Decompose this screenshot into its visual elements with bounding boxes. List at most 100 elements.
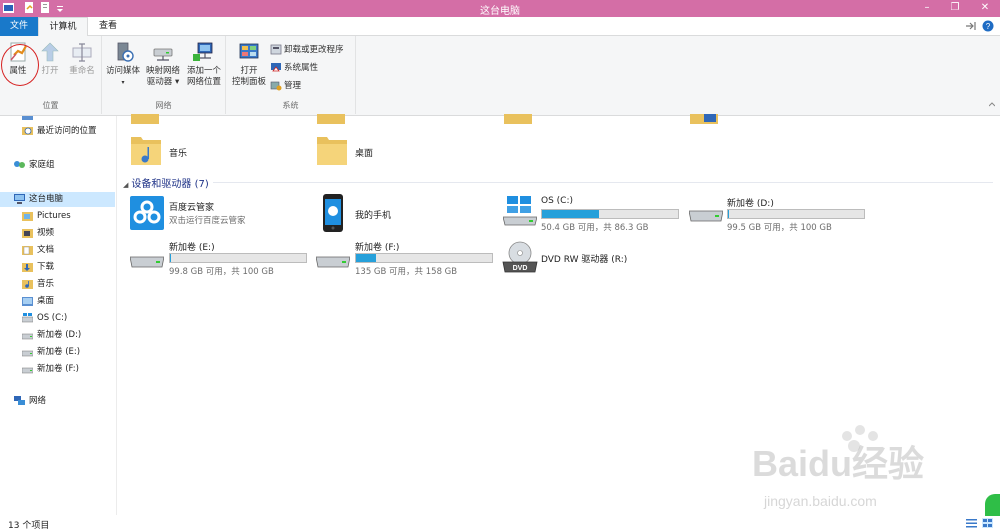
drive-d-icon[interactable] xyxy=(689,208,723,222)
devices-section-header[interactable]: ◢ 设备和驱动器 (7) xyxy=(123,175,209,190)
nav-item-this-pc[interactable]: 这台电脑 xyxy=(0,192,115,207)
drive-e-usage-text: 99.8 GB 可用，共 100 GB xyxy=(169,267,274,277)
minimize-button[interactable]: – xyxy=(914,0,940,17)
nav-item-drive-e[interactable]: 新加卷 (E:) xyxy=(22,345,80,360)
system-group-label: 系统 xyxy=(282,101,299,110)
uninstall-program-button[interactable]: 卸载或更改程序 xyxy=(270,43,344,55)
access-media-button[interactable]: 访问媒体 ▾ xyxy=(104,40,142,88)
add-location-label-2: 网络位置 xyxy=(186,77,221,87)
tab-file[interactable]: 文件 xyxy=(0,17,38,36)
map-drive-label-2: 驱动器 xyxy=(146,77,173,87)
watermark-corner-badge xyxy=(985,494,1000,516)
drive-d-usage-text: 99.5 GB 可用，共 100 GB xyxy=(727,223,832,233)
phone-icon[interactable] xyxy=(322,194,344,232)
tiles-view-icon[interactable] xyxy=(982,518,993,528)
system-group: 打开 控制面板 卸载或更改程序 系统属性 管理 系统 xyxy=(226,36,356,114)
folder-icon-partial[interactable] xyxy=(131,114,159,126)
open-button[interactable]: 打开 xyxy=(36,40,64,77)
folder-icon-partial[interactable] xyxy=(317,114,345,126)
music-folder-icon[interactable] xyxy=(131,133,161,167)
nav-item-drive-f[interactable]: 新加卷 (F:) xyxy=(22,362,79,377)
nav-item-pictures[interactable]: Pictures xyxy=(22,209,71,224)
desktop-folder-icon[interactable] xyxy=(317,133,347,167)
folder-icon-partial[interactable] xyxy=(504,114,532,126)
drive-c-name: OS (C:) xyxy=(541,196,573,206)
watermark-url: jingyan.baidu.com xyxy=(763,493,877,509)
tab-view[interactable]: 查看 xyxy=(88,17,128,36)
nav-drive-d-label: 新加卷 (D:) xyxy=(37,330,82,340)
dvd-badge: DVD xyxy=(513,265,528,272)
control-panel-icon xyxy=(239,43,259,59)
highlight-circle xyxy=(1,44,39,86)
nav-drive-e-label: 新加卷 (E:) xyxy=(37,347,81,357)
add-network-location-icon xyxy=(193,42,213,61)
open-label: 打开 xyxy=(41,66,59,76)
navigation-pane: 最近访问的位置 家庭组 这台电脑 Pictures 视频 文档 下载 音乐 桌面… xyxy=(0,115,117,515)
add-network-location-button[interactable]: 添加一个 网络位置 xyxy=(184,40,224,88)
section-divider xyxy=(213,182,993,183)
map-network-drive-button[interactable]: 映射网络 驱动器 ▾ xyxy=(144,40,182,88)
nav-music-label: 音乐 xyxy=(37,279,55,289)
nav-drive-f-label: 新加卷 (F:) xyxy=(37,364,79,374)
nav-item-documents[interactable]: 文档 xyxy=(22,243,54,258)
music-folder-label: 音乐 xyxy=(169,149,188,159)
windows-drive-icon[interactable] xyxy=(503,196,537,226)
nav-item-recent[interactable]: 最近访问的位置 xyxy=(22,124,97,139)
add-location-label-1: 添加一个 xyxy=(186,66,221,76)
devices-section-title: 设备和驱动器 (7) xyxy=(131,179,209,190)
control-panel-label-1: 打开 xyxy=(240,66,258,76)
drive-e-usage-bar xyxy=(169,253,307,263)
collapse-ribbon-icon[interactable] xyxy=(989,102,995,108)
baidu-jingyan-watermark: Baidu经验 jingyan.baidu.com xyxy=(752,425,924,509)
nav-item-music[interactable]: 音乐 xyxy=(22,277,54,292)
manage-button[interactable]: 管理 xyxy=(270,79,301,91)
nav-item-partial[interactable] xyxy=(22,112,37,120)
close-button[interactable]: ✕ xyxy=(970,0,1000,17)
drive-f-usage-fill xyxy=(356,254,377,262)
details-view-icon[interactable] xyxy=(966,518,977,528)
drive-e-icon[interactable] xyxy=(130,254,164,268)
ribbon-tabs: 文件 计算机 查看 ? xyxy=(0,17,1000,37)
restore-button[interactable]: ❐ xyxy=(942,0,968,17)
nav-item-drive-c[interactable]: OS (C:) xyxy=(22,311,67,326)
item-count: 13 个项目 xyxy=(8,521,50,531)
help-icon[interactable]: ? xyxy=(982,20,994,32)
tab-computer[interactable]: 计算机 xyxy=(38,17,88,37)
drive-c-usage-fill xyxy=(542,210,600,218)
control-panel-label-2: 控制面板 xyxy=(231,77,266,87)
status-bar: 13 个项目 xyxy=(0,515,1000,532)
open-control-panel-button[interactable]: 打开 控制面板 xyxy=(228,40,270,88)
nav-item-desktop[interactable]: 桌面 xyxy=(22,294,54,309)
nav-item-drive-d[interactable]: 新加卷 (D:) xyxy=(22,328,81,343)
baidu-cloud-icon[interactable] xyxy=(130,196,164,230)
rename-button[interactable]: 重命名 xyxy=(66,40,98,77)
drive-f-name: 新加卷 (F:) xyxy=(355,243,400,253)
drive-e-name: 新加卷 (E:) xyxy=(169,243,215,253)
desktop-icon xyxy=(22,115,33,120)
manage-label: 管理 xyxy=(284,81,302,91)
drive-icon xyxy=(22,333,33,339)
nav-item-network[interactable]: 网络 xyxy=(14,394,46,409)
desktop-folder-label: 桌面 xyxy=(355,149,374,159)
windows-drive-icon xyxy=(22,312,33,322)
nav-network-label: 网络 xyxy=(29,396,47,406)
network-drive-icon xyxy=(153,48,173,61)
svg-text:?: ? xyxy=(986,22,991,31)
drive-c-usage-bar xyxy=(541,209,679,219)
nav-item-videos[interactable]: 视频 xyxy=(22,226,54,241)
drive-icon xyxy=(22,350,33,356)
drive-icon xyxy=(22,367,33,373)
nav-item-homegroup[interactable]: 家庭组 xyxy=(14,158,55,173)
recent-places-icon xyxy=(22,126,33,135)
nav-drive-c-label: OS (C:) xyxy=(37,313,68,323)
pin-ribbon-icon[interactable] xyxy=(964,20,978,32)
dvd-drive-icon[interactable]: DVD xyxy=(502,241,538,273)
drive-f-usage-bar xyxy=(355,253,493,263)
folder-icon-partial[interactable] xyxy=(690,114,718,126)
drive-f-icon[interactable] xyxy=(316,254,350,268)
system-properties-icon xyxy=(271,63,281,72)
rename-label: 重命名 xyxy=(69,66,95,76)
system-properties-button[interactable]: 系统属性 xyxy=(270,61,318,73)
nav-item-downloads[interactable]: 下载 xyxy=(22,260,54,275)
ribbon: 属性 打开 重命名 位置 访问媒体 ▾ 映射网络 驱动器 ▾ 添加一个 网络位置… xyxy=(0,36,1000,116)
